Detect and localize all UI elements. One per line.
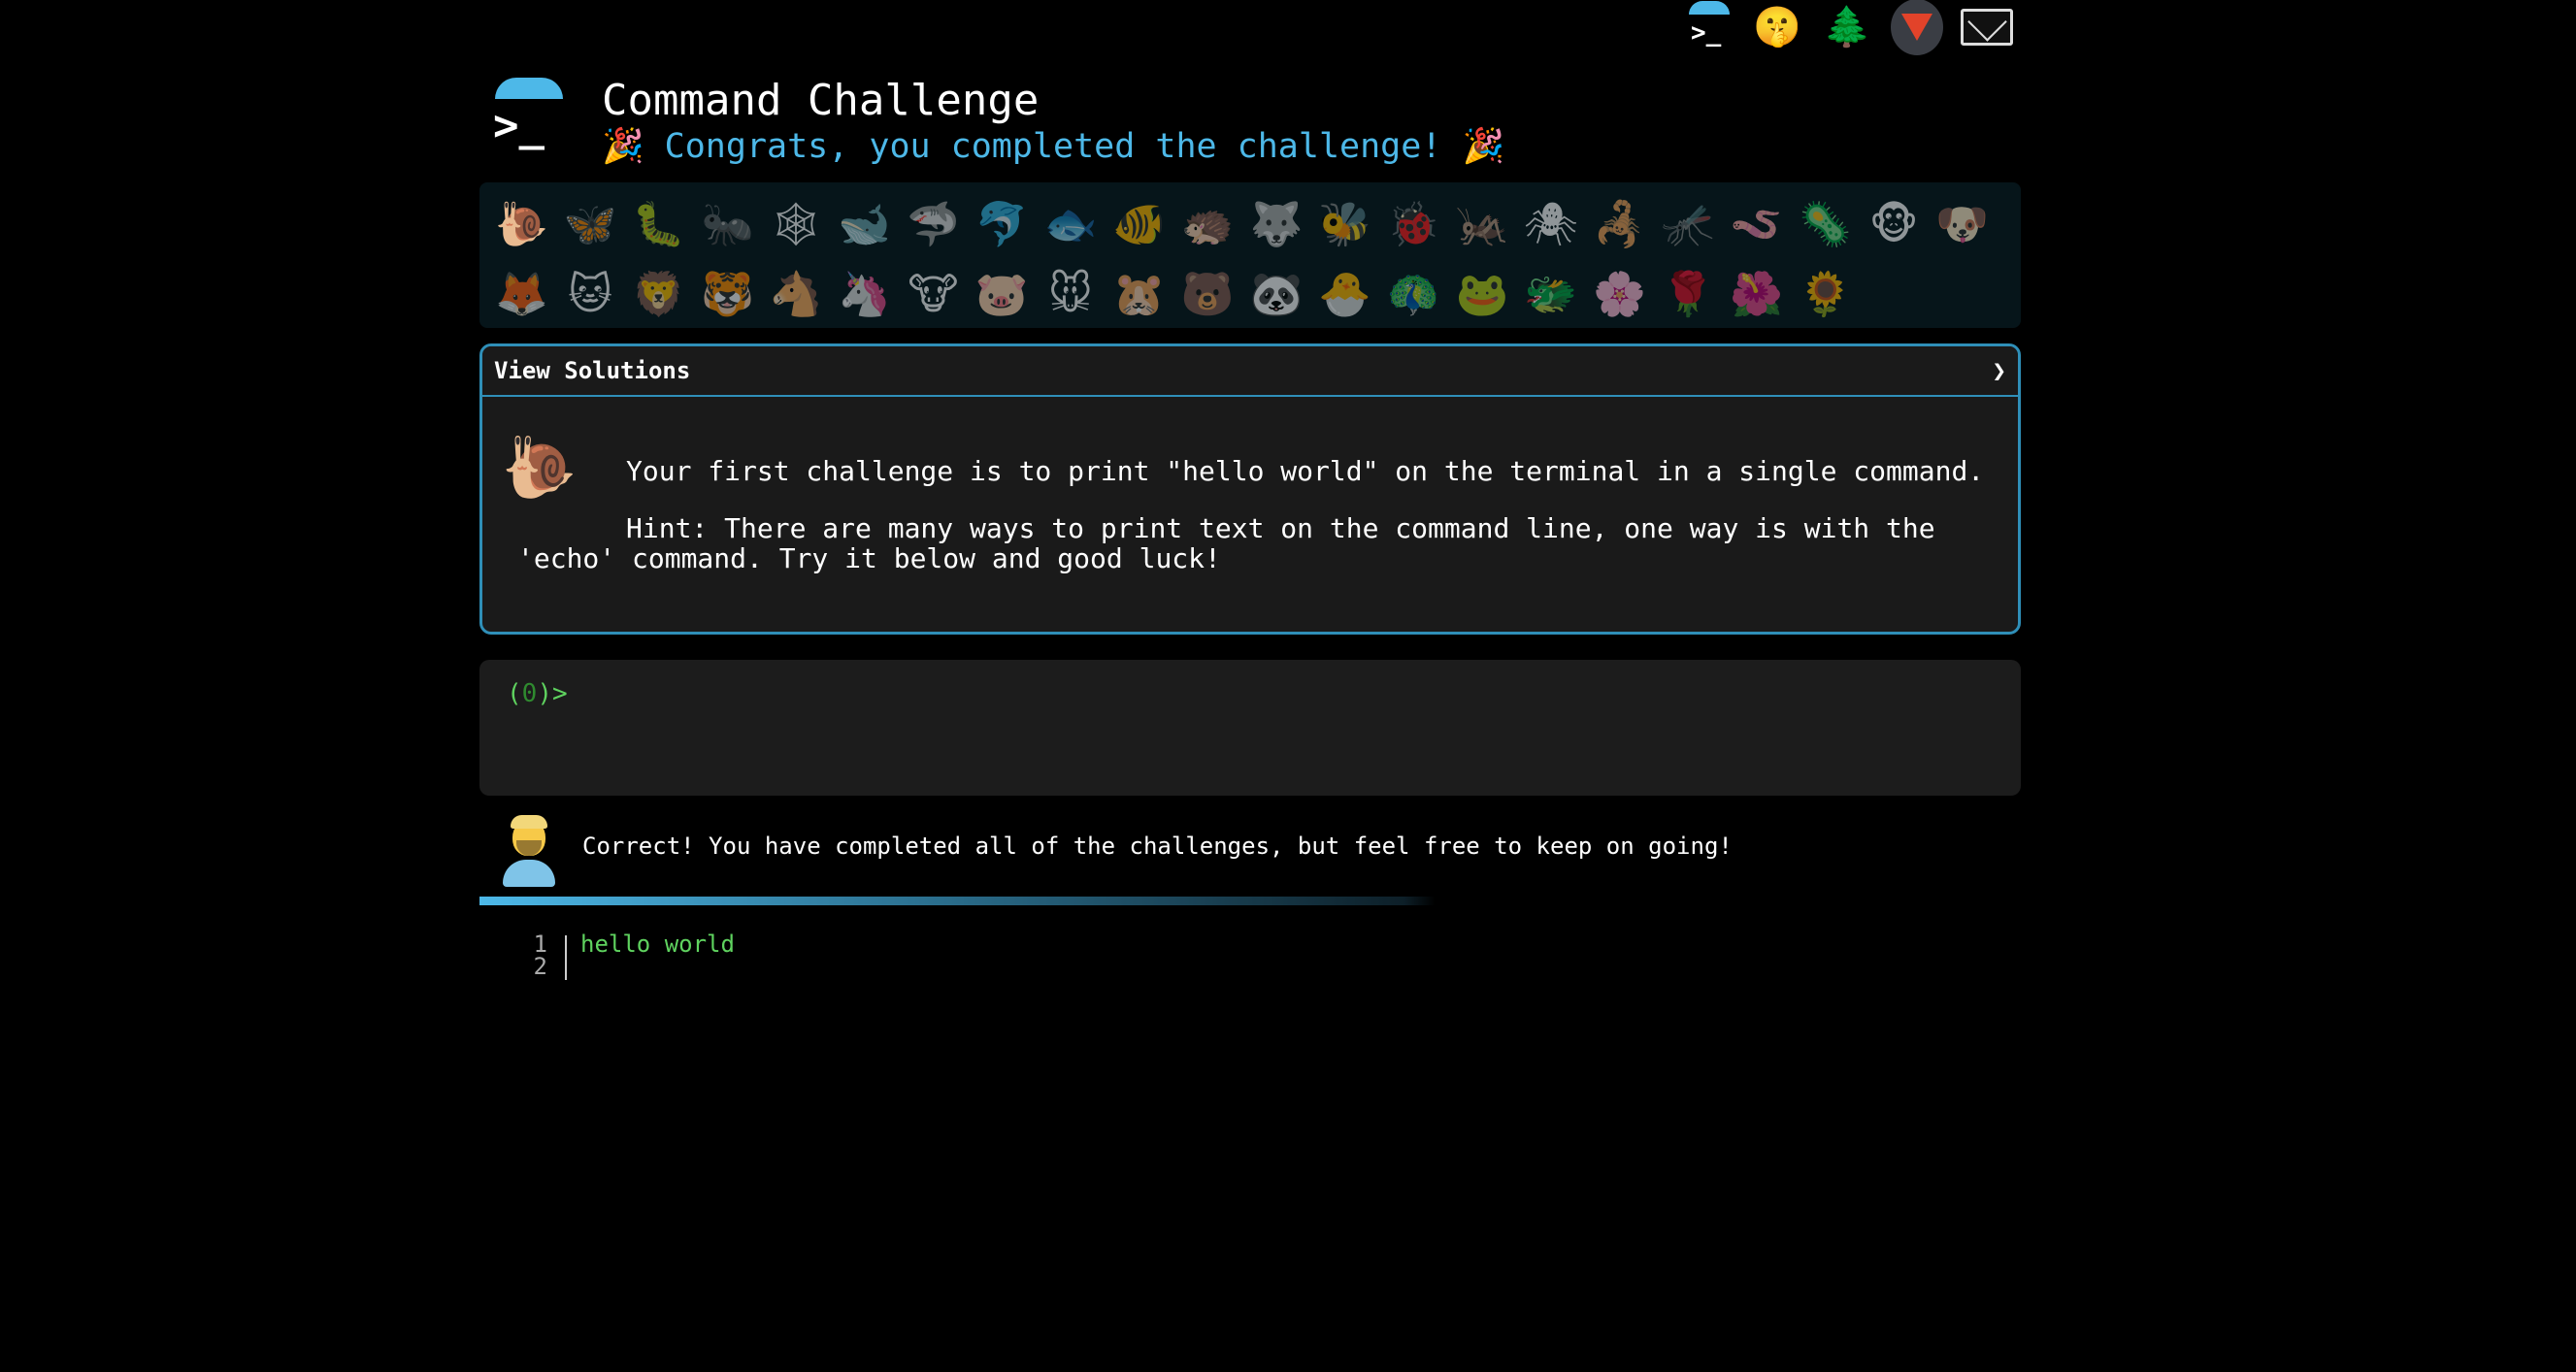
challenge-icon[interactable]: 🦗 xyxy=(1448,190,1517,258)
result-message-row: Correct! You have completed all of the c… xyxy=(479,811,2021,889)
challenge-icon[interactable]: 🦔 xyxy=(1173,190,1242,258)
challenge-icon[interactable]: 🐷 xyxy=(968,260,1037,328)
challenge-icon[interactable]: 🐬 xyxy=(968,190,1037,258)
challenge-icon[interactable]: 🐱 xyxy=(556,260,625,328)
view-solutions-toggle[interactable]: View Solutions ❯ xyxy=(482,346,2018,397)
challenge-icon[interactable]: 🐮 xyxy=(899,260,968,328)
challenge-icon[interactable]: 🦋 xyxy=(556,190,625,258)
chevron-right-icon: ❯ xyxy=(1992,357,2006,384)
logo: >_ xyxy=(491,78,563,161)
result-message: Correct! You have completed all of the c… xyxy=(582,833,1733,860)
challenge-icon[interactable]: 🐸 xyxy=(1448,260,1517,328)
challenge-icon[interactable]: 🐭 xyxy=(1037,260,1106,328)
challenge-icon[interactable]: 🌻 xyxy=(1791,260,1860,328)
snail-icon: 🐌 xyxy=(502,432,578,503)
challenge-progress-strip: 🐌 🦋 🐛 🐜 🕸 🐋 🦈 🐬 🐟 🐠 🦔 🐺 🐝 🐞 🦗 🕷 🦂 🦟 🪱 🦠 … xyxy=(479,182,2021,328)
challenge-icon[interactable]: 🕸 xyxy=(762,190,831,258)
challenge-icon[interactable]: 🐵 xyxy=(1860,190,1929,258)
challenge-icon[interactable]: 🌸 xyxy=(1585,260,1654,328)
challenge-icon[interactable]: 🐜 xyxy=(693,190,762,258)
challenge-icon[interactable]: 🐼 xyxy=(1242,260,1311,328)
challenge-icon[interactable]: 🐻 xyxy=(1173,260,1242,328)
challenge-icon[interactable]: 🐹 xyxy=(1105,260,1173,328)
page-title: Command Challenge xyxy=(602,76,1040,125)
challenge-icon[interactable]: 🦁 xyxy=(624,260,693,328)
challenge-row-2: 🦊 🐱 🦁 🐯 🐴 🦄 🐮 🐷 🐭 🐹 🐻 🐼 🐣 🦚 🐸 🐲 🌸 🌹 🌺 🌻 xyxy=(487,260,1860,328)
challenge-icon[interactable]: 🐯 xyxy=(693,260,762,328)
challenge-icon[interactable]: 🐞 xyxy=(1379,190,1448,258)
page-header: >_ Command Challenge 🎉 Congrats, you com… xyxy=(479,76,2021,173)
view-solutions-label: View Solutions xyxy=(494,357,691,384)
output-text: hello world xyxy=(580,931,735,958)
challenge-icon[interactable]: 🪱 xyxy=(1722,190,1791,258)
terminal-prompt: (0)> xyxy=(507,679,568,708)
challenge-icon[interactable]: 🌺 xyxy=(1722,260,1791,328)
tree-icon[interactable]: 🌲 xyxy=(1821,1,1873,53)
challenge-icon[interactable]: 🐝 xyxy=(1310,190,1379,258)
challenge-icon[interactable]: 🐠 xyxy=(1105,190,1173,258)
challenge-icon[interactable]: 🌹 xyxy=(1654,260,1723,328)
challenge-icon[interactable]: 🦄 xyxy=(830,260,899,328)
challenge-description: Your first challenge is to print "hello … xyxy=(626,455,1985,487)
challenge-icon[interactable]: 🦂 xyxy=(1585,190,1654,258)
terminal-input[interactable]: (0)> xyxy=(479,660,2021,796)
challenge-hint: Hint: There are many ways to print text … xyxy=(517,512,1935,574)
avatar xyxy=(501,815,557,887)
line-numbers: 1 2 xyxy=(533,931,547,980)
challenge-icon[interactable]: 🐺 xyxy=(1242,190,1311,258)
challenge-icon[interactable]: 🦊 xyxy=(487,260,556,328)
exit-status: 0 xyxy=(521,679,538,708)
output-line: hello world xyxy=(580,931,735,958)
challenge-icon[interactable]: 🦚 xyxy=(1379,260,1448,328)
challenge-row-1: 🐌 🦋 🐛 🐜 🕸 🐋 🦈 🐬 🐟 🐠 🦔 🐺 🐝 🐞 🦗 🕷 🦂 🦟 🪱 🦠 … xyxy=(487,190,1997,258)
command-output: 1 2 hello world xyxy=(479,930,2021,988)
challenge-icon[interactable]: 🦟 xyxy=(1654,190,1723,258)
progress-bar xyxy=(479,897,2021,905)
challenge-icon[interactable]: 🐲 xyxy=(1516,260,1585,328)
challenge-panel: View Solutions ❯ 🐌 Your first challenge … xyxy=(479,343,2021,635)
challenge-icon[interactable]: 🐛 xyxy=(624,190,693,258)
command-challenge-icon[interactable]: >_ xyxy=(1681,1,1734,53)
congrats-subtitle: 🎉 Congrats, you completed the challenge!… xyxy=(602,127,1505,166)
shushing-face-icon[interactable]: 🤫 xyxy=(1751,1,1803,53)
challenge-icon[interactable]: 🦈 xyxy=(899,190,968,258)
challenge-icon[interactable]: 🦠 xyxy=(1791,190,1860,258)
challenge-icon[interactable]: 🐋 xyxy=(830,190,899,258)
challenge-icon[interactable]: 🐌 xyxy=(487,190,556,258)
challenge-icon[interactable]: 🐣 xyxy=(1310,260,1379,328)
challenge-icon[interactable]: 🕷 xyxy=(1516,190,1585,258)
top-nav: >_ 🤫 🌲 xyxy=(1681,0,2013,55)
mail-icon[interactable] xyxy=(1961,1,2013,53)
challenge-icon[interactable]: 🐴 xyxy=(762,260,831,328)
challenge-icon[interactable]: 🐟 xyxy=(1037,190,1106,258)
gutter-divider xyxy=(565,935,567,980)
gitlab-icon[interactable] xyxy=(1891,0,1943,55)
challenge-icon[interactable]: 🐶 xyxy=(1928,190,1997,258)
